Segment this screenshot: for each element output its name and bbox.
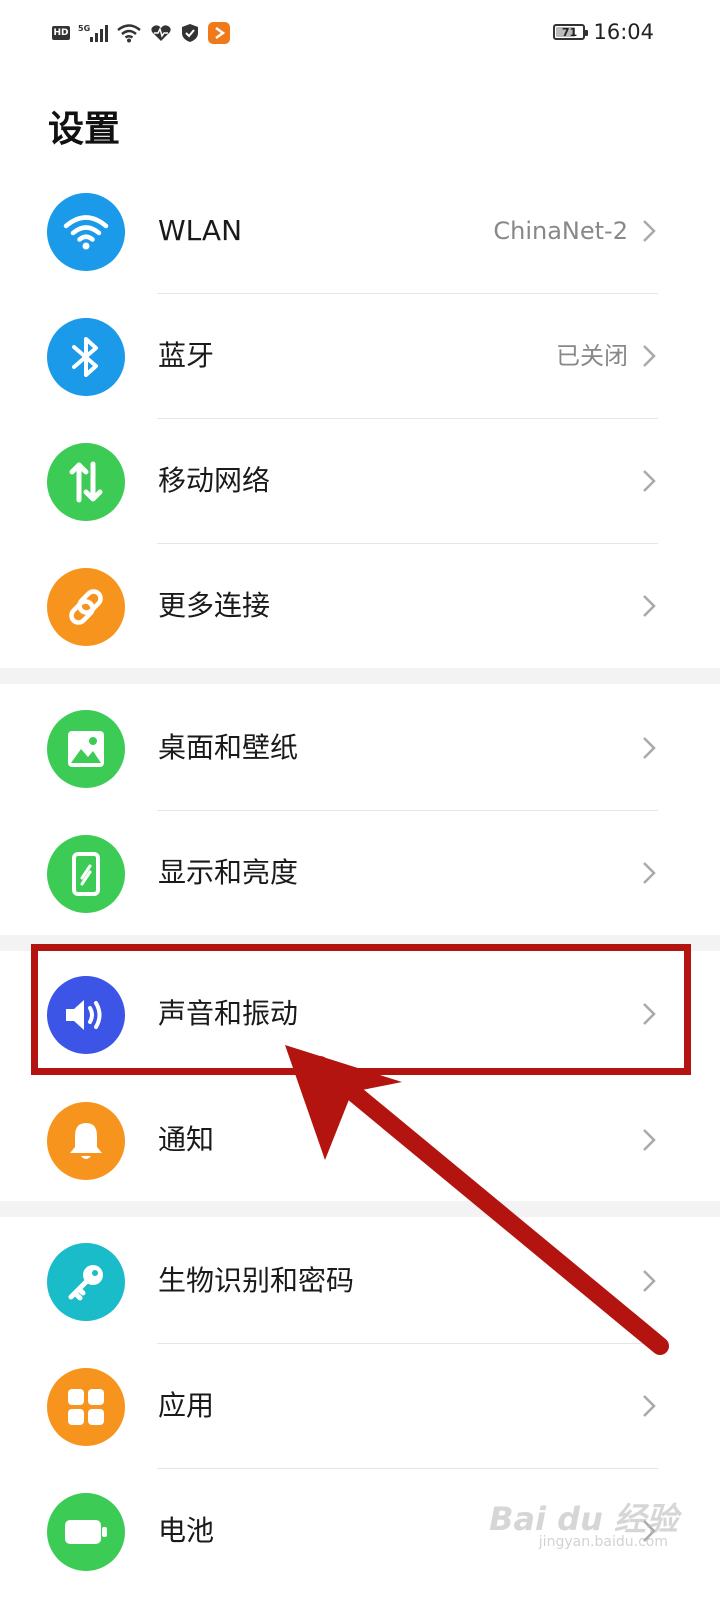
settings-item-desktop-wallpaper[interactable]: 桌面和壁纸 [0,685,720,811]
status-icons-right: 71 16:04 [553,20,654,44]
signal-icon: 5G [78,23,108,43]
settings-item-label: 生物识别和密码 [158,1264,355,1297]
settings-item-apps[interactable]: 应用 [0,1343,720,1469]
settings-item-label: 更多连接 [158,589,271,622]
chevron-right-icon [642,810,656,936]
heartbeat-icon [150,23,172,43]
watermark-url: jingyan.baidu.com [538,1534,668,1550]
settings-item-sound-vibration[interactable]: 声音和振动 [0,951,720,1077]
settings-item-bluetooth[interactable]: 蓝牙 已关闭 [0,293,720,419]
link-icon [47,568,125,646]
image-icon [47,710,125,788]
status-bar: HD 5G 71 16:04 [0,0,720,72]
settings-item-label: 电池 [158,1514,215,1547]
group-separator [0,1201,720,1217]
settings-item-mobile-network[interactable]: 移动网络 [0,418,720,544]
chevron-right-icon [642,1218,656,1344]
chevron-right-icon [642,1343,656,1469]
hd-icon: HD [52,26,70,40]
chevron-right-icon [642,685,656,811]
settings-item-label: WLAN [158,214,243,247]
chevron-right-icon [642,168,656,294]
phone-display-icon [47,835,125,913]
chevron-right-icon [642,543,656,669]
settings-item-value: 已关闭 [556,342,628,370]
battery-icon [47,1493,125,1571]
status-icons-left: HD 5G [52,22,230,44]
settings-item-more-connections[interactable]: 更多连接 [0,543,720,669]
chevron-right-icon [642,293,656,419]
chevron-right-icon [642,951,656,1077]
page-title: 设置 [48,109,121,150]
bluetooth-icon [47,318,125,396]
settings-item-label: 蓝牙 [158,339,215,372]
settings-item-label: 桌面和壁纸 [158,731,299,764]
mobile-network-icon [47,443,125,521]
settings-item-wlan[interactable]: WLAN ChinaNet-2 [0,168,720,294]
wifi-icon [47,193,125,271]
speaker-icon [47,976,125,1054]
key-icon [47,1243,125,1321]
settings-item-label: 通知 [158,1123,215,1156]
settings-item-value: ChinaNet-2 [493,217,628,245]
clock: 16:04 [593,20,654,44]
settings-item-label: 声音和振动 [158,997,299,1030]
app-icon [208,22,230,44]
settings-item-label: 移动网络 [158,464,271,497]
settings-item-label: 应用 [158,1389,215,1422]
settings-item-notifications[interactable]: 通知 [0,1077,720,1203]
bell-icon [47,1102,125,1180]
apps-grid-icon [47,1368,125,1446]
shield-icon [180,23,200,43]
wifi-icon [116,23,142,43]
chevron-right-icon [642,1077,656,1203]
settings-item-biometrics-password[interactable]: 生物识别和密码 [0,1218,720,1344]
settings-item-display-brightness[interactable]: 显示和亮度 [0,810,720,936]
battery-level: 71 [561,25,578,39]
settings-item-label: 显示和亮度 [158,856,299,889]
svg-text:5G: 5G [78,24,90,33]
group-separator [0,935,720,951]
group-separator [0,668,720,684]
battery-status-icon: 71 [553,24,589,40]
chevron-right-icon [642,418,656,544]
